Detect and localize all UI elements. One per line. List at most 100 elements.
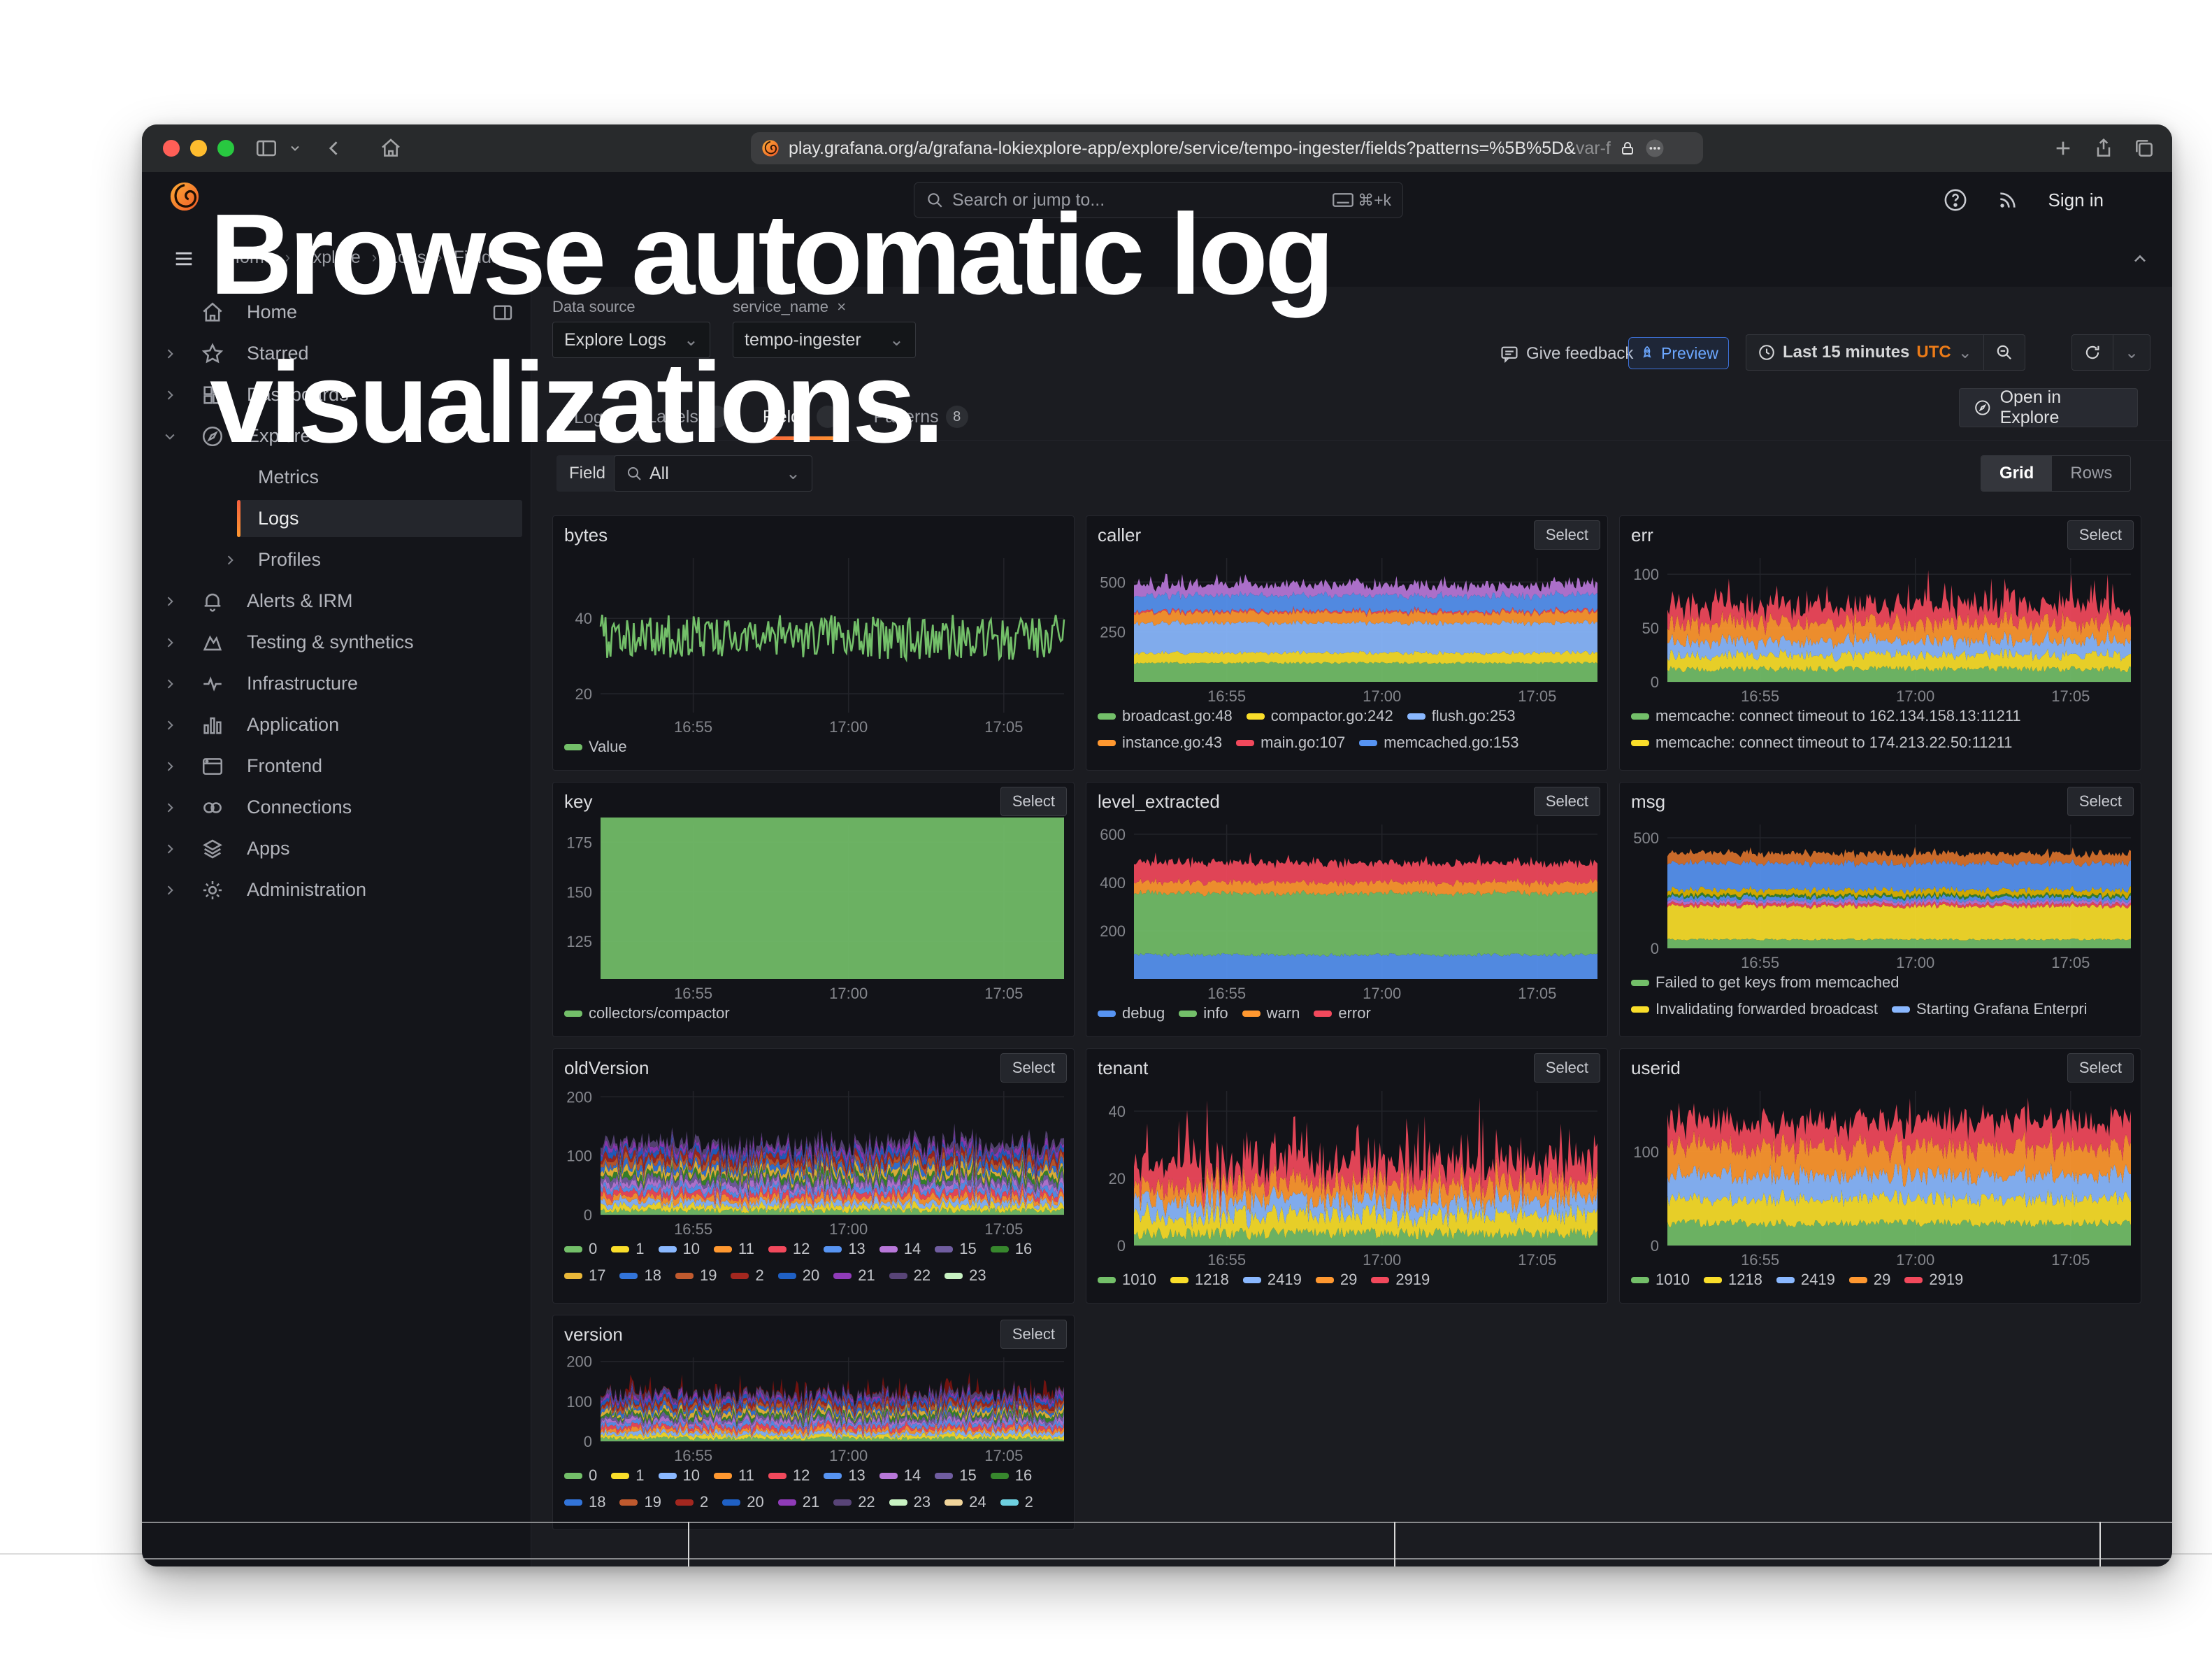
legend-item[interactable]: 14 <box>879 1466 921 1485</box>
legend-item[interactable]: 2919 <box>1371 1271 1430 1289</box>
legend-item[interactable]: 18 <box>564 1493 605 1511</box>
legend-item[interactable]: warn <box>1242 1004 1300 1022</box>
chart-tenant[interactable]: 16:5517:0017:0502040 <box>1086 1084 1607 1269</box>
chart-bytes[interactable]: 16:5517:0017:052040 <box>553 551 1074 736</box>
legend-item[interactable]: Failed to get keys from memcached <box>1631 973 1899 992</box>
legend-item[interactable]: 23 <box>945 1266 986 1285</box>
legend-item[interactable]: 13 <box>824 1466 865 1485</box>
browser-sidebar-icon[interactable] <box>252 134 280 162</box>
legend-item[interactable]: 15 <box>935 1240 976 1258</box>
sidebar-item-logs[interactable]: Logs <box>142 498 531 539</box>
legend-item[interactable]: broadcast.go:48 <box>1098 707 1233 725</box>
legend-item[interactable]: 17 <box>564 1266 605 1285</box>
legend-item[interactable]: 1 <box>611 1240 644 1258</box>
legend-item[interactable]: 12 <box>768 1466 810 1485</box>
refresh-interval-dropdown[interactable]: ⌄ <box>2113 335 2150 370</box>
chevron-right-icon[interactable] <box>163 347 178 361</box>
tabs-overview-icon[interactable] <box>2130 134 2158 162</box>
legend-item[interactable]: 16 <box>991 1240 1032 1258</box>
sidebar-item-application[interactable]: Application <box>142 704 531 745</box>
legend-item[interactable]: memcache: connect timeout to 174.213.22.… <box>1631 734 2012 752</box>
chevron-right-icon[interactable] <box>163 388 178 402</box>
sign-in-link[interactable]: Sign in <box>2048 190 2104 211</box>
chevron-down-icon[interactable] <box>163 429 178 443</box>
refresh-button[interactable] <box>2072 335 2113 370</box>
chart-userid[interactable]: 16:5517:0017:050100 <box>1620 1084 2141 1269</box>
window-controls[interactable] <box>163 140 234 157</box>
legend-item[interactable]: 12 <box>768 1240 810 1258</box>
chevron-down-icon[interactable] <box>286 134 304 162</box>
legend-item[interactable]: 2419 <box>1776 1271 1835 1289</box>
legend-item[interactable]: 11 <box>714 1466 754 1485</box>
sidebar-item-connections[interactable]: Connections <box>142 787 531 828</box>
ellipsis-icon[interactable] <box>1644 138 1665 159</box>
chevron-right-icon[interactable] <box>163 883 178 897</box>
url-bar[interactable]: play.grafana.org/a/grafana-lokiexplore-a… <box>751 132 1703 164</box>
select-button[interactable]: Select <box>1000 1053 1067 1083</box>
legend-item[interactable]: 15 <box>935 1466 976 1485</box>
sidebar-item-apps[interactable]: Apps <box>142 828 531 869</box>
menu-icon[interactable] <box>170 245 198 273</box>
select-button[interactable]: Select <box>1534 520 1600 550</box>
give-feedback-button[interactable]: Give feedback <box>1500 344 1633 364</box>
new-tab-icon[interactable] <box>2049 134 2077 162</box>
zoom-out-button[interactable] <box>1984 335 2025 370</box>
legend-item[interactable]: 20 <box>722 1493 763 1511</box>
grid-view-button[interactable]: Grid <box>1981 456 2052 491</box>
sidebar-item-administration[interactable]: Administration <box>142 869 531 911</box>
sidebar-item-testing-synthetics[interactable]: Testing & synthetics <box>142 622 531 663</box>
chevron-right-icon[interactable] <box>163 801 178 815</box>
chevron-right-icon[interactable] <box>223 553 238 567</box>
legend-item[interactable]: debug <box>1098 1004 1165 1022</box>
grafana-logo-icon[interactable] <box>168 180 201 213</box>
legend-item[interactable]: 2419 <box>1243 1271 1302 1289</box>
select-button[interactable]: Select <box>1000 787 1067 816</box>
chevron-right-icon[interactable] <box>163 759 178 773</box>
legend-item[interactable]: instance.go:43 <box>1098 734 1222 752</box>
select-button[interactable]: Select <box>2067 520 2134 550</box>
legend-item[interactable]: 22 <box>889 1266 931 1285</box>
legend-item[interactable]: 21 <box>833 1266 875 1285</box>
sidebar-item-infrastructure[interactable]: Infrastructure <box>142 663 531 704</box>
legend-item[interactable]: Invalidating forwarded broadcast <box>1631 1000 1878 1018</box>
chevron-right-icon[interactable] <box>163 842 178 856</box>
legend-item[interactable]: 0 <box>564 1466 597 1485</box>
legend-item[interactable]: 1 <box>611 1466 644 1485</box>
legend-item[interactable]: Value <box>564 738 627 756</box>
chevron-right-icon[interactable] <box>163 718 178 732</box>
news-rss-icon[interactable] <box>1997 189 2019 211</box>
legend-item[interactable]: 23 <box>889 1493 931 1511</box>
legend-item[interactable]: 1218 <box>1704 1271 1762 1289</box>
chart-msg[interactable]: 16:5517:0017:050500 <box>1620 818 2141 972</box>
chart-key[interactable]: 16:5517:0017:05125150175 <box>553 818 1074 1003</box>
legend-item[interactable]: 14 <box>879 1240 921 1258</box>
sidebar-item-frontend[interactable]: Frontend <box>142 745 531 787</box>
legend-item[interactable]: compactor.go:242 <box>1247 707 1393 725</box>
legend-item[interactable]: 29 <box>1849 1271 1890 1289</box>
preview-badge[interactable]: Preview <box>1628 337 1729 369</box>
help-icon[interactable] <box>1944 188 1967 212</box>
legend-item[interactable]: 2 <box>1000 1493 1033 1511</box>
close-window-button[interactable] <box>163 140 180 157</box>
chart-level_extracted[interactable]: 16:5517:0017:05200400600 <box>1086 818 1607 1003</box>
chart-version[interactable]: 16:5517:0017:050100200 <box>553 1350 1074 1465</box>
select-button[interactable]: Select <box>1534 1053 1600 1083</box>
legend-item[interactable]: 2919 <box>1904 1271 1963 1289</box>
chart-err[interactable]: 16:5517:0017:05050100 <box>1620 551 2141 706</box>
time-range-picker[interactable]: Last 15 minutes UTC ⌄ <box>1746 335 1983 370</box>
minimize-window-button[interactable] <box>190 140 207 157</box>
legend-item[interactable]: flush.go:253 <box>1407 707 1516 725</box>
legend-item[interactable]: 2 <box>675 1493 708 1511</box>
select-button[interactable]: Select <box>1534 787 1600 816</box>
legend-item[interactable]: 21 <box>778 1493 819 1511</box>
legend-item[interactable]: 10 <box>659 1466 700 1485</box>
legend-item[interactable]: 1218 <box>1170 1271 1229 1289</box>
legend-item[interactable]: memcached.go:153 <box>1359 734 1518 752</box>
share-icon[interactable] <box>2090 134 2118 162</box>
sidebar-item-alerts-irm[interactable]: Alerts & IRM <box>142 580 531 622</box>
legend-item[interactable]: 18 <box>619 1266 661 1285</box>
sidebar-item-profiles[interactable]: Profiles <box>142 539 531 580</box>
chevron-right-icon[interactable] <box>163 594 178 608</box>
legend-item[interactable]: 2 <box>731 1266 763 1285</box>
legend-item[interactable]: error <box>1314 1004 1370 1022</box>
